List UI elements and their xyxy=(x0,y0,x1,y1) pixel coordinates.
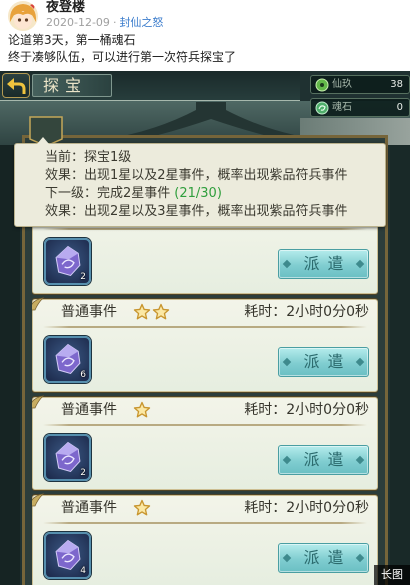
event-reward-tile[interactable]: 4 xyxy=(44,532,91,579)
event-reward-tile[interactable]: 2 xyxy=(44,434,91,481)
avatar-image xyxy=(8,1,38,31)
event-divider xyxy=(43,326,367,328)
topic-link[interactable]: 封仙之怒 xyxy=(119,16,163,29)
right-edge xyxy=(390,145,410,585)
effect-label: 效果： xyxy=(45,204,85,219)
tooltip-next-effect: 效果：出现2星以及3星事件，概率出现紫品符兵事件 xyxy=(45,203,385,221)
resource-value: 0 xyxy=(396,102,403,113)
event-stars xyxy=(133,401,151,419)
event-stars xyxy=(133,303,170,321)
back-arrow-tail xyxy=(13,82,26,94)
soul-stone-body xyxy=(315,101,329,115)
dispatch-button[interactable]: 派遣 xyxy=(278,543,369,573)
star-icon xyxy=(133,303,151,320)
post-meta: 2020-12-09 · 封仙之怒 xyxy=(46,16,163,30)
author-name[interactable]: 夜登楼 xyxy=(46,0,85,16)
dispatch-button[interactable]: 派遣 xyxy=(278,347,369,377)
back-button[interactable] xyxy=(2,73,30,98)
star-icon xyxy=(133,499,151,516)
next-label: 下一级： xyxy=(45,186,98,201)
dispatch-button-label: 派遣 xyxy=(303,548,352,567)
event-name: 普通事件 xyxy=(61,304,117,320)
event-duration: 耗时：2小时0分0秒 xyxy=(244,496,369,521)
avatar[interactable] xyxy=(8,1,38,31)
game-screenshot[interactable]: 探宝 仙玖 38 魂石 0 2 派遣 普通事件 耗时：2小时0分0秒 6 派遣 … xyxy=(0,71,410,585)
event-stars xyxy=(133,499,151,517)
event-duration: 耗时：2小时0分0秒 xyxy=(244,398,369,423)
dispatch-button[interactable]: 派遣 xyxy=(278,445,369,475)
star-icon xyxy=(152,303,170,320)
event-divider xyxy=(43,424,367,426)
duration-value: 2小时0分0秒 xyxy=(286,402,369,418)
avatar-eye-right xyxy=(24,18,29,22)
event-list: 2 派遣 普通事件 耗时：2小时0分0秒 6 派遣 普通事件 耗时：2小时0分0… xyxy=(32,201,378,585)
meta-separator: · xyxy=(112,16,117,29)
pagoda-ridge xyxy=(196,102,226,111)
duration-label: 耗时： xyxy=(244,500,287,516)
effect-text: 出现2星以及3星事件，概率出现紫品符兵事件 xyxy=(84,204,348,219)
event-divider xyxy=(43,228,367,230)
event-header: 普通事件 耗时：2小时0分0秒 xyxy=(33,300,377,325)
next-progress: (21/30) xyxy=(174,186,222,201)
event-header: 普通事件 耗时：2小时0分0秒 xyxy=(33,496,377,521)
event-reward-tile[interactable]: 2 xyxy=(44,238,91,285)
currency-hole xyxy=(320,83,324,87)
resource-soul-stone: 魂石 0 xyxy=(310,98,410,117)
event-name: 普通事件 xyxy=(61,402,117,418)
dispatch-button-label: 派遣 xyxy=(303,352,352,371)
dispatch-button-label: 派遣 xyxy=(303,450,352,469)
event-divider xyxy=(43,522,367,524)
post-date: 2020-12-09 xyxy=(46,16,110,29)
long-image-badge: 长图 xyxy=(374,565,410,585)
event-card: 普通事件 耗时：2小时0分0秒 6 派遣 xyxy=(32,297,378,392)
tooltip-pointer xyxy=(37,137,49,144)
resource-name: 魂石 xyxy=(332,102,352,113)
post-text-line: 论道第3天，第一桶魂石 xyxy=(8,33,136,47)
screen-title-plate: 探宝 xyxy=(32,74,112,97)
level-tooltip: 当前：探宝1级 效果：出现1星以及2星事件，概率出现紫品符兵事件 下一级：完成2… xyxy=(14,137,386,227)
dispatch-button[interactable]: 派遣 xyxy=(278,249,369,279)
event-reward-tile[interactable]: 6 xyxy=(44,336,91,383)
duration-value: 2小时0分0秒 xyxy=(286,304,369,320)
back-arrow-icon xyxy=(7,77,26,94)
duration-label: 耗时： xyxy=(244,304,287,320)
soul-stone-icon xyxy=(315,101,329,115)
tooltip-next-level: 下一级：完成2星事件 (21/30) xyxy=(45,185,385,203)
next-requirement: 完成2星事件 xyxy=(97,186,171,201)
reward-count: 4 xyxy=(80,566,86,576)
reward-count: 2 xyxy=(80,468,86,478)
reward-count: 2 xyxy=(80,272,86,282)
current-label: 当前： xyxy=(45,150,85,165)
duration-value: 2小时0分0秒 xyxy=(286,500,369,516)
event-card: 普通事件 耗时：2小时0分0秒 4 派遣 xyxy=(32,493,378,585)
current-value: 探宝1级 xyxy=(84,150,132,165)
star-shape xyxy=(133,401,151,418)
effect-label: 效果： xyxy=(45,168,85,183)
resource-xianjiu: 仙玖 38 xyxy=(310,75,410,94)
star-icon xyxy=(133,401,151,418)
star-shape xyxy=(133,303,151,320)
xianjiu-currency-icon xyxy=(315,78,329,92)
dispatch-button-label: 派遣 xyxy=(303,254,352,273)
post-text-line: 终于凑够队伍，可以进行第一次符兵探宝了 xyxy=(8,50,237,64)
event-duration: 耗时：2小时0分0秒 xyxy=(244,300,369,325)
reward-count: 6 xyxy=(80,370,86,380)
effect-text: 出现1星以及2星事件，概率出现紫品符兵事件 xyxy=(84,168,348,183)
resource-value: 38 xyxy=(390,79,403,90)
avatar-eye-left xyxy=(17,18,22,22)
star-shape xyxy=(152,303,170,320)
duration-label: 耗时： xyxy=(244,402,287,418)
resource-name: 仙玖 xyxy=(332,79,352,90)
back-arrow-head xyxy=(7,77,14,90)
star-shape xyxy=(133,499,151,516)
tooltip-current-level: 当前：探宝1级 xyxy=(45,149,385,167)
event-header: 普通事件 耗时：2小时0分0秒 xyxy=(33,398,377,423)
screen-title: 探宝 xyxy=(43,76,88,95)
event-card: 普通事件 耗时：2小时0分0秒 2 派遣 xyxy=(32,395,378,490)
event-name: 普通事件 xyxy=(61,500,117,516)
tooltip-current-effect: 效果：出现1星以及2星事件，概率出现紫品符兵事件 xyxy=(45,167,385,185)
